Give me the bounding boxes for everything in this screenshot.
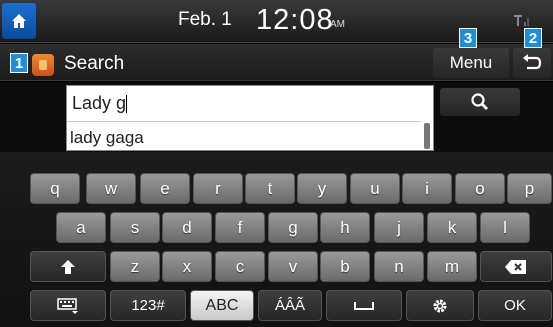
key-g[interactable]: g bbox=[268, 212, 318, 243]
key-n[interactable]: n bbox=[374, 251, 424, 282]
back-icon bbox=[523, 54, 542, 70]
home-button[interactable] bbox=[2, 3, 36, 39]
key-f[interactable]: f bbox=[215, 212, 265, 243]
numbers-key[interactable]: 123# bbox=[110, 290, 186, 321]
abc-key[interactable]: ABC bbox=[190, 290, 254, 321]
key-v[interactable]: v bbox=[268, 251, 318, 282]
accents-key[interactable]: ÁÂÃ bbox=[258, 290, 322, 321]
key-z[interactable]: z bbox=[110, 251, 160, 282]
key-k[interactable]: k bbox=[427, 212, 477, 243]
keyboard-icon bbox=[57, 297, 78, 314]
gear-icon bbox=[433, 299, 447, 312]
search-icon bbox=[471, 93, 488, 110]
home-icon bbox=[12, 14, 26, 28]
key-i[interactable]: i bbox=[402, 173, 452, 204]
key-w[interactable]: w bbox=[86, 173, 136, 204]
key-c[interactable]: c bbox=[215, 251, 265, 282]
abc-key-label: ABC bbox=[205, 296, 239, 314]
key-m[interactable]: m bbox=[427, 251, 477, 282]
key-j[interactable]: j bbox=[374, 212, 424, 243]
key-h[interactable]: h bbox=[320, 212, 370, 243]
key-x[interactable]: x bbox=[162, 251, 212, 282]
key-a[interactable]: a bbox=[56, 212, 106, 243]
on-screen-keyboard: q w e r t y u i o p a s d f g h j k l z … bbox=[0, 152, 553, 327]
settings-key[interactable] bbox=[406, 290, 474, 321]
search-button[interactable] bbox=[440, 88, 520, 116]
search-box[interactable]: Lady g lady gaga bbox=[66, 85, 434, 151]
backspace-icon bbox=[505, 259, 526, 274]
key-p[interactable]: p bbox=[507, 173, 552, 204]
back-button[interactable] bbox=[513, 48, 551, 78]
key-b[interactable]: b bbox=[320, 251, 370, 282]
search-input[interactable]: Lady g bbox=[70, 89, 420, 117]
accents-key-label: ÁÂÃ bbox=[274, 297, 305, 314]
shift-key[interactable] bbox=[30, 251, 106, 282]
keyboard-hide-key[interactable] bbox=[30, 290, 106, 321]
key-r[interactable]: r bbox=[193, 173, 243, 204]
suggestion-item[interactable]: lady gaga bbox=[70, 128, 144, 148]
shift-icon bbox=[61, 259, 75, 274]
clock-time: 12:08 bbox=[256, 4, 334, 36]
date-label: Feb. 1 bbox=[178, 9, 232, 30]
backspace-key[interactable] bbox=[480, 251, 552, 282]
key-u[interactable]: u bbox=[350, 173, 400, 204]
callout-badge-3: 3 bbox=[459, 28, 477, 48]
suggestion-scrollbar[interactable] bbox=[424, 123, 430, 149]
signal-icon bbox=[514, 15, 529, 26]
page-title: Search bbox=[64, 53, 125, 74]
key-d[interactable]: d bbox=[162, 212, 212, 243]
search-app-icon bbox=[32, 54, 54, 76]
callout-badge-2: 2 bbox=[524, 28, 542, 48]
key-o[interactable]: o bbox=[455, 173, 505, 204]
callout-badge-1: 1 bbox=[10, 53, 28, 73]
divider bbox=[67, 121, 422, 122]
menu-button[interactable]: Menu bbox=[433, 48, 509, 78]
space-icon bbox=[354, 301, 374, 310]
key-t[interactable]: t bbox=[245, 173, 295, 204]
clock-ampm: AM bbox=[330, 19, 345, 30]
space-key[interactable] bbox=[326, 290, 402, 321]
ok-key-label: OK bbox=[504, 297, 526, 314]
ok-key[interactable]: OK bbox=[478, 290, 552, 321]
key-l[interactable]: l bbox=[480, 212, 530, 243]
key-s[interactable]: s bbox=[110, 212, 160, 243]
search-input-text: Lady g bbox=[72, 93, 127, 113]
numbers-key-label: 123# bbox=[131, 297, 165, 314]
text-cursor bbox=[126, 95, 128, 114]
key-q[interactable]: q bbox=[30, 173, 80, 204]
key-y[interactable]: y bbox=[297, 173, 347, 204]
key-e[interactable]: e bbox=[140, 173, 190, 204]
